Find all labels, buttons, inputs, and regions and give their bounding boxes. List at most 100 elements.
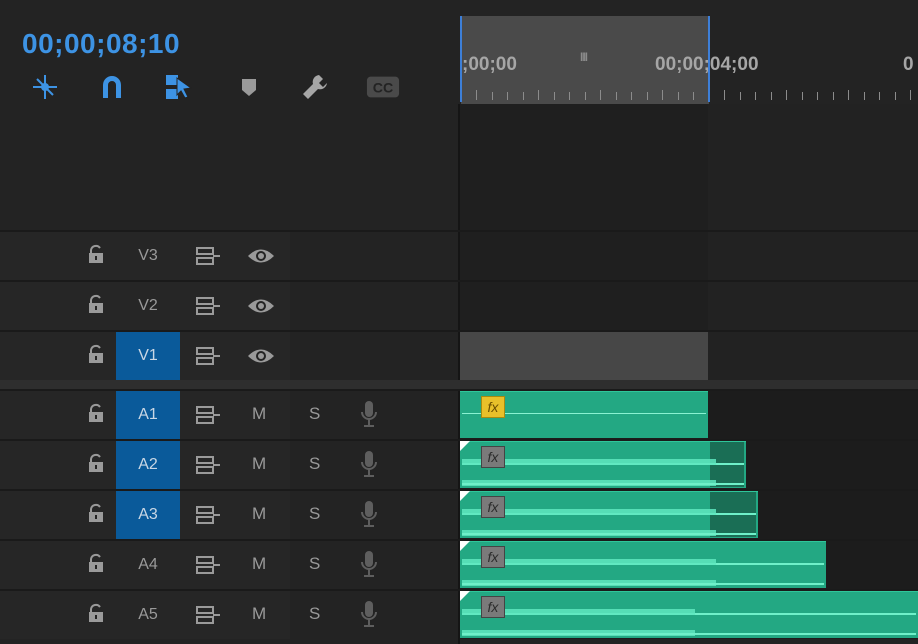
ruler-in-point[interactable] (460, 16, 462, 102)
voice-over-record-icon[interactable] (360, 600, 378, 633)
fx-badge[interactable]: fx (481, 446, 505, 468)
ruler-tick (817, 92, 818, 100)
ruler-tick (584, 92, 586, 100)
snap-magnet-icon[interactable] (95, 70, 129, 104)
add-marker-icon[interactable] (232, 70, 266, 104)
clip-corner-marker (460, 541, 470, 551)
playhead-timecode[interactable]: 00;00;08;10 (22, 28, 180, 60)
fx-badge[interactable]: fx (481, 546, 505, 568)
ruler-label-8s: 0 (903, 54, 914, 75)
lock-icon[interactable] (86, 553, 106, 578)
ruler-tick (739, 92, 741, 100)
sync-lock-icon[interactable] (195, 455, 221, 480)
track-row-a5: A5 M Sfx (0, 589, 918, 639)
track-row-v2: V2 (0, 280, 918, 330)
sync-lock-icon[interactable] (195, 296, 221, 321)
lock-icon[interactable] (86, 453, 106, 478)
track-name-v3[interactable]: V3 (116, 232, 180, 280)
track-name-a4[interactable]: A4 (116, 541, 180, 589)
solo-button[interactable]: S (309, 454, 320, 474)
ruler-tick (910, 90, 911, 100)
work-area-grip[interactable]: III (580, 50, 588, 64)
clip-corner-marker (460, 441, 470, 451)
insert-overwrite-icon[interactable] (28, 70, 62, 104)
track-header-empty-area (0, 104, 458, 230)
ruler-tick (755, 92, 756, 100)
sync-lock-icon[interactable] (195, 405, 221, 430)
lock-icon[interactable] (86, 344, 106, 369)
svg-text:CC: CC (373, 81, 393, 97)
voice-over-record-icon[interactable] (360, 400, 378, 433)
ruler-label-4s: 00;00;04;00 (655, 54, 759, 75)
toggle-output-eye-icon[interactable] (247, 347, 275, 370)
ruler-tick (569, 92, 570, 100)
voice-over-record-icon[interactable] (360, 500, 378, 533)
track-name-a5[interactable]: A5 (116, 591, 180, 639)
lock-icon[interactable] (86, 294, 106, 319)
linked-selection-icon[interactable] (162, 70, 196, 104)
track-row-a2: A2 M Sfx (0, 439, 918, 489)
voice-over-record-icon[interactable] (360, 450, 378, 483)
voice-over-record-icon[interactable] (360, 550, 378, 583)
fx-badge[interactable]: fx (481, 496, 505, 518)
ruler-tick (863, 92, 865, 100)
ruler-label-start: ;00;00 (462, 54, 517, 75)
wrench-settings-icon[interactable] (298, 70, 332, 104)
mute-button[interactable]: M (252, 554, 266, 574)
mute-button[interactable]: M (252, 504, 266, 524)
playhead-line[interactable] (708, 16, 710, 102)
sync-lock-icon[interactable] (195, 555, 221, 580)
mute-button[interactable]: M (252, 604, 266, 624)
waveform-channel-2 (462, 483, 744, 485)
timeline-empty-area (708, 104, 918, 230)
ruler-tick (662, 90, 663, 100)
v1-clip-area[interactable] (460, 332, 708, 380)
video-audio-divider[interactable] (0, 380, 918, 389)
fx-badge[interactable]: fx (481, 596, 505, 618)
captions-cc-icon[interactable]: CC (366, 70, 400, 104)
clip-corner-marker (460, 491, 470, 501)
clip-corner-marker (460, 591, 470, 601)
track-name-v1[interactable]: V1 (116, 332, 180, 380)
ruler-tick (693, 92, 694, 100)
lock-icon[interactable] (86, 403, 106, 428)
track-name-a1[interactable]: A1 (116, 391, 180, 439)
solo-button[interactable]: S (309, 404, 320, 424)
ruler-tick (786, 90, 787, 100)
ruler-tick (553, 92, 555, 100)
mute-button[interactable]: M (252, 454, 266, 474)
solo-button[interactable]: S (309, 554, 320, 574)
ruler-tick (770, 92, 772, 100)
toggle-output-eye-icon[interactable] (247, 297, 275, 320)
lock-icon[interactable] (86, 503, 106, 528)
solo-button[interactable]: S (309, 504, 320, 524)
track-name-v2[interactable]: V2 (116, 282, 180, 330)
sync-lock-icon[interactable] (195, 505, 221, 530)
track-name-a3[interactable]: A3 (116, 491, 180, 539)
track-name-a2[interactable]: A2 (116, 441, 180, 489)
lock-icon[interactable] (86, 603, 106, 628)
track-row-a3: A3 M Sfx (0, 489, 918, 539)
ruler-tick (476, 90, 477, 100)
ruler-tick (600, 90, 601, 100)
ruler-tick (724, 90, 725, 100)
mute-button[interactable]: M (252, 404, 266, 424)
sync-lock-icon[interactable] (195, 246, 221, 271)
track-row-a1: A1 M Sfx (0, 389, 918, 439)
ruler-tick (879, 92, 880, 100)
timeline-empty-work-area (460, 104, 708, 230)
ruler-tick (894, 92, 896, 100)
toggle-output-eye-icon[interactable] (247, 247, 275, 270)
waveform-channel-2 (462, 583, 824, 585)
sync-lock-icon[interactable] (195, 346, 221, 371)
track-row-v3: V3 (0, 230, 918, 280)
solo-button[interactable]: S (309, 604, 320, 624)
ruler-tick (615, 92, 617, 100)
ruler-tick (801, 92, 803, 100)
ruler-tick (832, 92, 834, 100)
fx-badge[interactable]: fx (481, 396, 505, 418)
sync-lock-icon[interactable] (195, 605, 221, 630)
ruler-tick (848, 90, 849, 100)
ruler-tick (491, 92, 493, 100)
lock-icon[interactable] (86, 244, 106, 269)
